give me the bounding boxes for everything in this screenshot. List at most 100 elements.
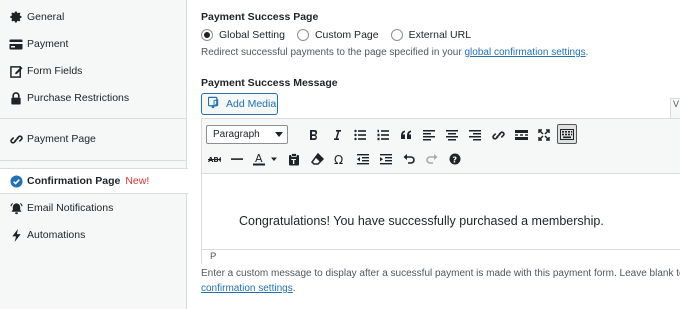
italic-icon: [334, 130, 341, 140]
text-color-button[interactable]: A: [250, 149, 280, 169]
indent-icon: [380, 154, 392, 165]
clear-formatting-button[interactable]: [307, 149, 327, 169]
paragraph-format-select[interactable]: Paragraph: [206, 125, 288, 144]
radio-indicator: [390, 29, 403, 41]
fullscreen-button[interactable]: [534, 125, 554, 145]
align-right-button[interactable]: [465, 125, 485, 145]
lightning-icon: [9, 228, 23, 242]
sidebar-item-payment-page[interactable]: Payment Page: [0, 126, 187, 152]
confirmation-settings-panel: Payment Success Page Global Setting Cust…: [188, 0, 680, 309]
sidebar-item-label: Form Fields: [27, 65, 83, 77]
sidebar-item-general[interactable]: General: [0, 4, 187, 30]
sidebar-item-automations[interactable]: Automations: [0, 222, 187, 248]
special-character-button[interactable]: Ω: [330, 149, 350, 169]
tab-visual[interactable]: V: [670, 98, 680, 118]
horizontal-line-button[interactable]: [227, 149, 247, 169]
gear-icon: [9, 10, 23, 24]
editor-content-area[interactable]: Congratulations! You have successfully p…: [202, 174, 680, 251]
new-badge: New!: [125, 175, 150, 187]
sidebar-divider: [0, 118, 187, 119]
radio-label: External URL: [408, 29, 472, 41]
numbered-list-button[interactable]: [373, 125, 393, 145]
success-message-help-line1: Enter a custom message to display after …: [201, 268, 680, 279]
bold-icon: [310, 129, 318, 140]
format-select-value: Paragraph: [213, 129, 260, 140]
bulleted-list-icon: [354, 129, 366, 141]
sidebar-item-email-notifications[interactable]: Email Notifications: [0, 195, 187, 221]
toolbar-toggle-button[interactable]: [557, 124, 577, 144]
align-right-icon: [469, 130, 481, 141]
sidebar-item-confirmation-page[interactable]: Confirmation Page New!: [0, 168, 188, 194]
sidebar-item-label: Email Notifications: [27, 202, 114, 214]
sidebar-item-label: Confirmation Page New!: [27, 175, 150, 187]
redo-button[interactable]: [422, 149, 442, 169]
radio-global-setting[interactable]: Global Setting: [201, 29, 285, 41]
sidebar-item-label: Payment Page: [27, 133, 96, 145]
radio-selected-indicator: [201, 29, 213, 41]
sidebar-item-label: Payment: [27, 38, 69, 50]
chevron-down-icon: [275, 132, 283, 137]
horizontal-line-icon: [231, 158, 243, 160]
radio-indicator: [296, 29, 309, 41]
editor-path-bar: P: [202, 249, 680, 264]
sidebar-item-label: Automations: [27, 229, 86, 241]
eraser-icon: [310, 153, 324, 165]
success-page-help-text: Redirect successful payments to the page…: [201, 47, 588, 58]
sidebar-item-label: General: [27, 11, 65, 23]
align-center-button[interactable]: [442, 125, 462, 145]
bell-icon: [9, 201, 23, 215]
check-circle-icon: [9, 174, 23, 188]
confirmation-settings-link[interactable]: confirmation settings: [201, 283, 293, 294]
help-text: Redirect successful payments to the page…: [201, 47, 462, 58]
credit-card-icon: [9, 37, 23, 51]
paste-as-text-button[interactable]: T: [284, 149, 304, 169]
radio-external-url[interactable]: External URL: [390, 29, 472, 41]
numbered-list-icon: [377, 129, 389, 141]
svg-text:A: A: [255, 152, 263, 165]
align-left-button[interactable]: [419, 125, 439, 145]
outdent-button[interactable]: [353, 149, 373, 169]
italic-button[interactable]: [327, 125, 347, 145]
bulleted-list-button[interactable]: [350, 125, 370, 145]
blockquote-button[interactable]: [396, 125, 416, 145]
editor-toolbar: Paragraph A T Ω ?: [202, 119, 680, 174]
help-text-suffix: .: [292, 283, 296, 294]
fullscreen-icon: [538, 129, 550, 141]
sidebar-item-purchase-restrictions[interactable]: Purchase Restrictions: [0, 85, 187, 111]
payment-success-message-heading: Payment Success Message: [201, 77, 338, 89]
omega-icon: Ω: [334, 153, 343, 165]
payment-success-page-heading: Payment Success Page: [201, 11, 319, 23]
global-confirmation-settings-link[interactable]: global confirmation settings: [464, 47, 585, 58]
link-icon: [491, 130, 505, 140]
redo-icon: [426, 154, 438, 164]
sidebar-item-form-fields[interactable]: Form Fields: [0, 58, 187, 84]
add-media-button[interactable]: Add Media: [201, 93, 278, 115]
text-color-icon: A: [253, 152, 277, 166]
keyboard-icon: [560, 128, 574, 140]
indent-button[interactable]: [376, 149, 396, 169]
help-text-suffix: .: [585, 47, 589, 58]
sidebar-item-label: Purchase Restrictions: [27, 92, 130, 104]
strikethrough-button[interactable]: ABC: [204, 149, 224, 169]
help-button[interactable]: ?: [445, 149, 465, 169]
radio-label: Custom Page: [314, 29, 379, 41]
read-more-icon: [514, 130, 528, 140]
sidebar-item-payment[interactable]: Payment: [0, 31, 187, 57]
read-more-button[interactable]: [511, 125, 531, 145]
align-center-icon: [446, 130, 458, 141]
insert-link-button[interactable]: [488, 125, 508, 145]
success-page-options: Global Setting Custom Page External URL: [201, 29, 483, 41]
edit-icon: [9, 64, 23, 78]
success-message-text: Congratulations! You have successfully p…: [239, 214, 604, 228]
paste-text-icon: T: [289, 152, 299, 166]
message-editor: Paragraph A T Ω ? Congratulations! You h…: [201, 118, 680, 264]
bold-button[interactable]: [304, 125, 324, 145]
svg-text:?: ?: [452, 156, 457, 165]
add-media-label: Add Media: [226, 98, 277, 110]
media-icon: [207, 96, 221, 112]
svg-text:Ω: Ω: [334, 153, 343, 165]
radio-custom-page[interactable]: Custom Page: [296, 29, 379, 41]
settings-sidebar: General Payment Form Fields Purchase Res…: [0, 0, 188, 309]
undo-button[interactable]: [399, 149, 419, 169]
outdent-icon: [357, 154, 369, 165]
